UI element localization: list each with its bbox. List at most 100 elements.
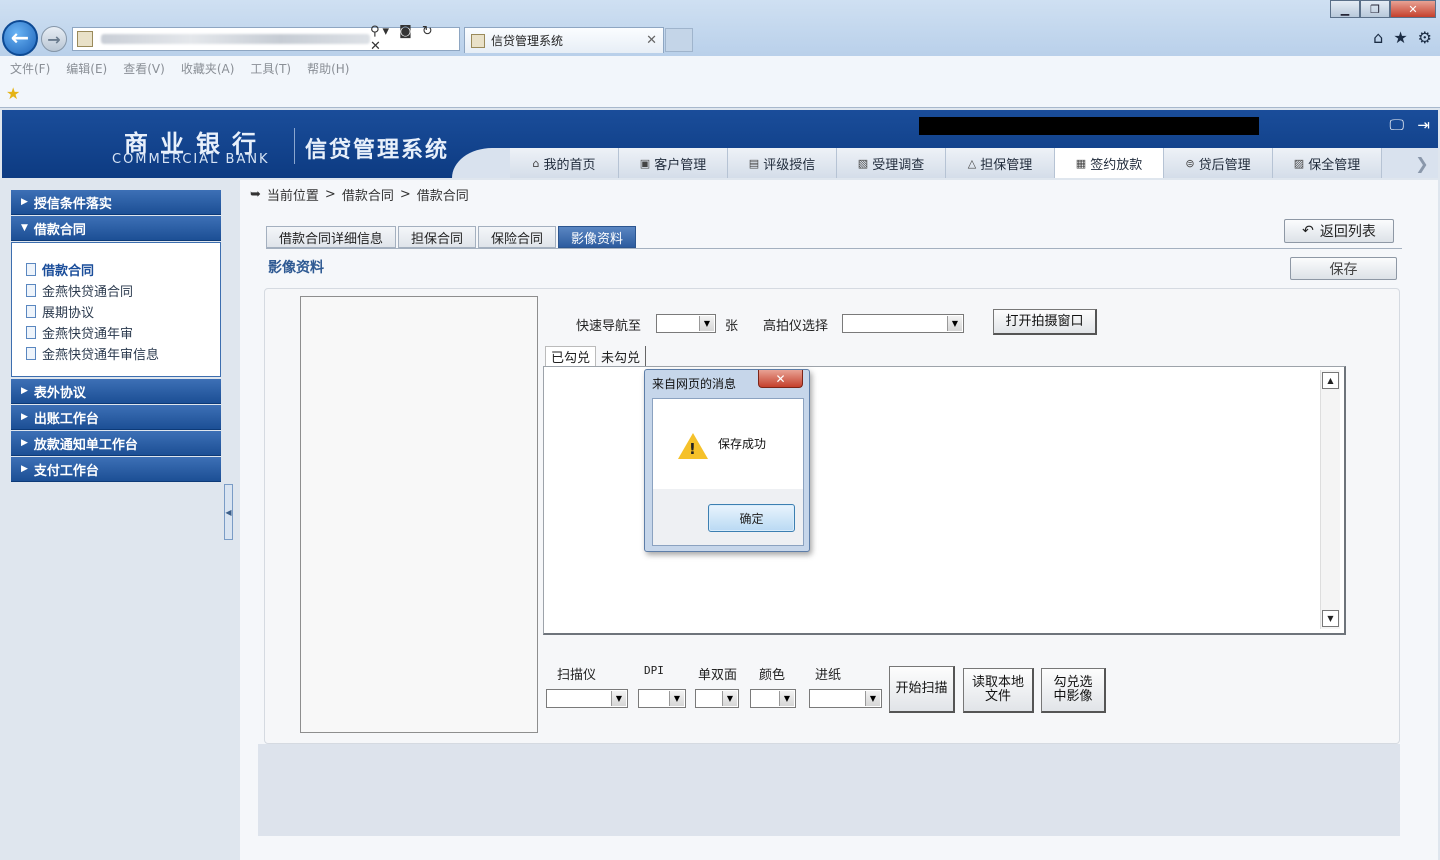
undo-arrow-icon: ↶	[1302, 223, 1314, 239]
nav-item-rating[interactable]: ▤ 评级授信	[728, 148, 837, 178]
sidebar-section-loan-contract[interactable]: ▼ 借款合同	[11, 216, 221, 241]
nav-item-guarantee[interactable]: △ 担保管理	[946, 148, 1055, 178]
scanner-select[interactable]: ▼	[546, 689, 628, 708]
scroll-down-icon[interactable]: ▼	[1322, 610, 1339, 627]
settings-gear-icon[interactable]: ⚙	[1418, 28, 1432, 47]
nav-item-survey[interactable]: ▧ 受理调查	[837, 148, 946, 178]
user-info-redacted	[919, 117, 1259, 135]
sidebar-section-loan-notice-desk[interactable]: ▶ 放款通知单工作台	[11, 431, 221, 456]
browser-toolbar: ← → ⚲▾ ◙ ↻ ✕ 信贷管理系统 ✕ ▁ ❐ ✕ ⌂ ★ ⚙	[0, 0, 1440, 56]
nav-item-label: 签约放款	[1090, 157, 1143, 173]
sidebar-item-label: 借款合同	[42, 264, 95, 279]
dropdown-arrow-icon: ▼	[779, 691, 794, 706]
dpi-select[interactable]: ▼	[638, 689, 686, 708]
menu-help[interactable]: 帮助(H)	[307, 60, 349, 77]
camera-select[interactable]: ▼	[842, 314, 964, 333]
dialog-ok-button[interactable]: 确定	[708, 504, 795, 532]
dialog-close-button[interactable]: ✕	[758, 370, 803, 388]
image-list-scrollbar[interactable]: ▲ ▼	[1320, 370, 1340, 629]
dropdown-arrow-icon: ▼	[865, 691, 880, 706]
sidebar-item-loan-contract[interactable]: 借款合同	[26, 259, 220, 280]
sidebar-item-label: 金燕快贷通年审信息	[42, 348, 160, 363]
nav-item-sign-loan[interactable]: ▦ 签约放款	[1055, 148, 1164, 178]
tab-unchecked[interactable]: 未勾兑	[596, 346, 647, 366]
tab-guarantee-contract[interactable]: 担保合同	[398, 226, 477, 248]
menu-favorites[interactable]: 收藏夹(A)	[181, 60, 235, 77]
add-favorite-star-icon[interactable]: ★	[6, 84, 20, 103]
camera-select-label: 高拍仪选择	[763, 319, 829, 334]
tab-close-icon[interactable]: ✕	[646, 33, 657, 48]
menu-tools[interactable]: 工具(T)	[250, 60, 291, 77]
sidebar-item-extension-agreement[interactable]: 展期协议	[26, 301, 220, 322]
browser-tab-active[interactable]: 信贷管理系统 ✕	[464, 27, 664, 53]
browser-forward-button[interactable]: →	[41, 26, 67, 52]
nav-scroll-right-icon[interactable]: ❯	[1408, 148, 1436, 178]
tab-contract-details[interactable]: 借款合同详细信息	[266, 226, 397, 248]
document-icon	[26, 305, 36, 318]
sidebar-section-label: 放款通知单工作台	[33, 437, 138, 453]
dropdown-arrow-icon: ▼	[699, 316, 714, 331]
save-button[interactable]: 保存	[1290, 257, 1397, 280]
monitor-icon[interactable]: 🖵	[1390, 116, 1404, 134]
browser-back-button[interactable]: ←	[2, 20, 38, 56]
duplex-select[interactable]: ▼	[695, 689, 739, 708]
bottom-panel	[258, 744, 1400, 836]
sidebar-item-jinyan-annual-review-info[interactable]: 金燕快贷通年审信息	[26, 343, 220, 364]
sidebar-item-jinyan-annual-review[interactable]: 金燕快贷通年审	[26, 322, 220, 343]
tab-image-data[interactable]: 影像资料	[558, 226, 637, 248]
scanner-label: 扫描仪	[557, 668, 597, 683]
start-scan-button[interactable]: 开始扫描	[889, 666, 955, 713]
minimize-button[interactable]: ▁	[1330, 0, 1360, 18]
address-bar[interactable]: ⚲▾ ◙ ↻ ✕	[72, 24, 460, 54]
logout-icon[interactable]: ⇥	[1417, 116, 1430, 134]
sidebar-section-off-balance[interactable]: ▶ 表外协议	[11, 379, 221, 404]
home-icon[interactable]: ⌂	[1373, 28, 1383, 47]
alert-dialog: 来自网页的消息 ✕ ! 保存成功 确定	[644, 369, 810, 552]
restore-button[interactable]: ❐	[1360, 0, 1390, 18]
bank-name-en: COMMERCIAL BANK	[112, 152, 270, 167]
sidebar-section-disbursement-desk[interactable]: ▶ 出账工作台	[11, 405, 221, 430]
sidebar-item-jinyan-contract[interactable]: 金燕快贷通合同	[26, 280, 220, 301]
breadcrumb-item[interactable]: 借款合同	[417, 185, 469, 204]
sidebar-section-label: 表外协议	[33, 385, 86, 401]
page-favicon-icon	[77, 31, 93, 47]
nav-item-preservation[interactable]: ▨ 保全管理	[1273, 148, 1382, 178]
dialog-message: 保存成功	[718, 437, 767, 451]
nav-item-home[interactable]: ⌂ 我的首页	[510, 148, 619, 178]
back-to-list-button[interactable]: ↶ 返回列表	[1284, 219, 1394, 243]
browser-menubar: 文件(F) 编辑(E) 查看(V) 收藏夹(A) 工具(T) 帮助(H)	[0, 56, 1440, 80]
new-tab-button[interactable]	[665, 28, 693, 52]
browser-tab-title: 信贷管理系统	[491, 34, 564, 48]
nav-item-post-loan[interactable]: ⊜ 贷后管理	[1164, 148, 1273, 178]
favorites-star-icon[interactable]: ★	[1393, 28, 1407, 47]
nav-item-label: 评级授信	[763, 157, 816, 173]
dropdown-arrow-icon: ▼	[722, 691, 737, 706]
window-close-button[interactable]: ✕	[1390, 0, 1436, 18]
thumbnail-pane[interactable]	[300, 296, 538, 733]
tab-checked[interactable]: 已勾兑	[545, 346, 597, 366]
read-local-file-button[interactable]: 读取本地文件	[963, 668, 1034, 713]
nav-item-customer[interactable]: ▣ 客户管理	[619, 148, 728, 178]
tab-insurance-contract[interactable]: 保险合同	[478, 226, 557, 248]
sidebar-section-credit-conditions[interactable]: ▶ 授信条件落实	[11, 190, 221, 215]
scroll-up-icon[interactable]: ▲	[1322, 372, 1339, 389]
address-bar-tools[interactable]: ⚲▾ ◙ ↻ ✕	[370, 24, 455, 54]
open-camera-button[interactable]: 打开拍摄窗口	[993, 309, 1097, 335]
caret-right-icon: ▶	[21, 464, 28, 474]
check-selected-image-button[interactable]: 勾兑选中影像	[1041, 668, 1106, 713]
sidebar: ▶ 授信条件落实 ▼ 借款合同 借款合同 金燕快贷通合同 展期协议 金燕快贷通年…	[11, 190, 221, 483]
warning-exclamation-icon: !	[689, 440, 696, 458]
breadcrumb-item[interactable]: 借款合同	[342, 185, 394, 204]
sidebar-collapse-handle[interactable]: ◀	[224, 484, 233, 540]
dropdown-arrow-icon: ▼	[611, 691, 626, 706]
menu-view[interactable]: 查看(V)	[123, 60, 165, 77]
sidebar-section-payment-desk[interactable]: ▶ 支付工作台	[11, 457, 221, 482]
sidebar-section-label: 授信条件落实	[33, 196, 112, 212]
quick-nav-select[interactable]: ▼	[656, 314, 716, 333]
menu-edit[interactable]: 编辑(E)	[66, 60, 107, 77]
color-select[interactable]: ▼	[750, 689, 796, 708]
caret-right-icon: ▶	[21, 412, 28, 422]
dialog-body: ! 保存成功 确定	[652, 398, 804, 546]
menu-file[interactable]: 文件(F)	[10, 60, 50, 77]
feed-select[interactable]: ▼	[809, 689, 882, 708]
